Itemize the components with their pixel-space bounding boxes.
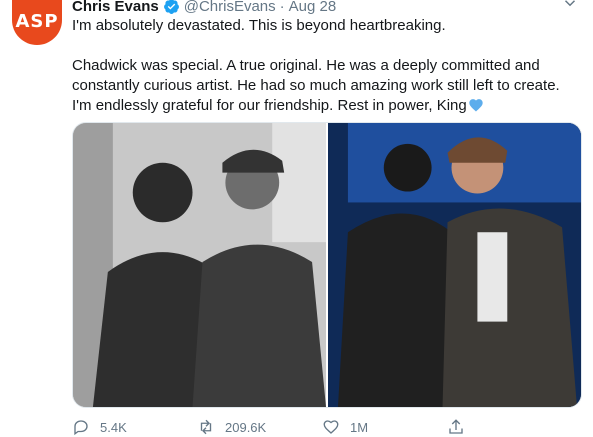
chevron-down-icon[interactable] <box>561 0 579 12</box>
like-icon <box>323 420 339 434</box>
share-button[interactable] <box>447 418 572 436</box>
photo-left-illustration <box>73 123 326 407</box>
tweet-paragraph-text: Chadwick was special. A true original. H… <box>72 57 560 114</box>
avatar[interactable]: ASP <box>12 0 62 45</box>
verified-badge-icon <box>163 0 179 14</box>
separator-dot: · <box>279 0 285 15</box>
tweet-body: I'm absolutely devastated. This is beyon… <box>72 16 582 116</box>
tweet-header: Chris Evans @ChrisEvans · Aug 28 <box>72 0 336 16</box>
author-handle[interactable]: @ChrisEvans <box>184 0 276 15</box>
like-button[interactable]: 1M <box>322 418 447 436</box>
reply-count: 5.4K <box>100 419 127 435</box>
tweet-actions: 5.4K 209.6K 1M <box>72 417 572 437</box>
retweet-icon <box>200 419 212 435</box>
retweet-count: 209.6K <box>225 419 267 435</box>
retweet-button[interactable]: 209.6K <box>197 418 322 436</box>
tweet-line-1: I'm absolutely devastated. This is beyon… <box>72 17 446 34</box>
tweet-media[interactable] <box>72 122 582 408</box>
author-name[interactable]: Chris Evans <box>72 0 159 15</box>
avatar-logo-text: ASP <box>15 11 59 32</box>
photo-right-illustration <box>328 123 581 407</box>
photo-color[interactable] <box>328 123 581 407</box>
photo-black-and-white[interactable] <box>73 123 326 407</box>
reply-button[interactable]: 5.4K <box>72 418 197 436</box>
blue-heart-icon <box>469 99 483 112</box>
tweet-date[interactable]: Aug 28 <box>289 0 337 15</box>
like-count: 1M <box>350 419 369 435</box>
tweet-paragraph-2: Chadwick was special. A true original. H… <box>72 56 582 116</box>
reply-icon <box>74 420 88 436</box>
share-icon <box>449 419 463 434</box>
